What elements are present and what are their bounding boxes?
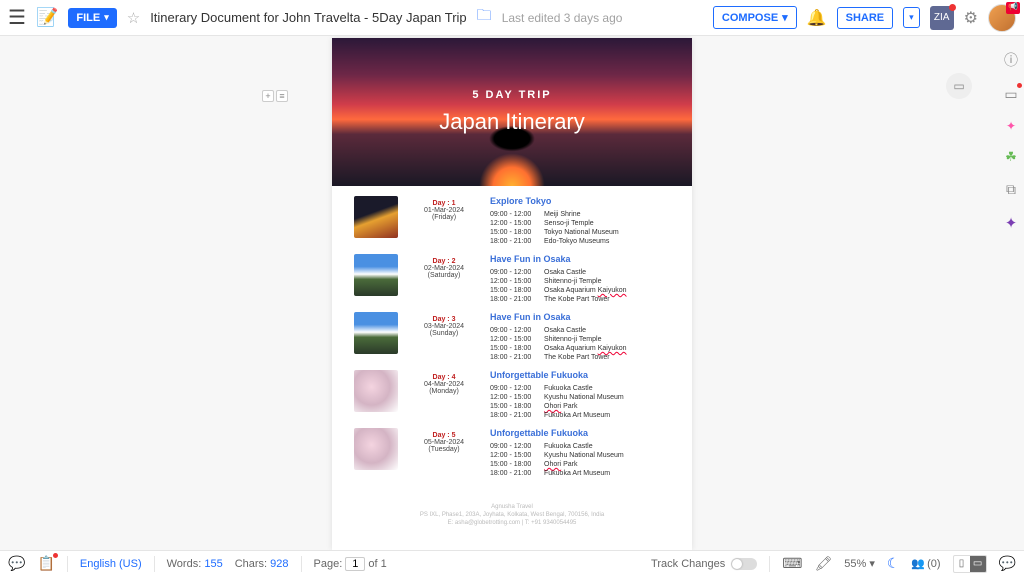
day-thumbnail bbox=[354, 254, 398, 296]
word-count[interactable]: Words: 155 bbox=[167, 558, 223, 570]
folder-icon[interactable]: 🗀 bbox=[477, 5, 492, 30]
hero-banner: 5 DAY TRIP Japan Itinerary bbox=[332, 38, 692, 186]
info-icon[interactable]: ⓘ bbox=[1004, 50, 1018, 70]
canvas: + ≡ ▭ 5 DAY TRIP Japan Itinerary Day : 1… bbox=[0, 36, 1024, 550]
document-footer: Agnusha Travel PS IXL, Phase1, 203A, Joy… bbox=[332, 496, 692, 541]
keyboard-icon[interactable]: ⌨ bbox=[782, 555, 802, 572]
last-edited-label: Last edited 3 days ago bbox=[502, 11, 623, 25]
share-button[interactable]: SHARE bbox=[837, 7, 894, 29]
hero-title: Japan Itinerary bbox=[439, 109, 585, 135]
language-selector[interactable]: English (US) bbox=[80, 558, 142, 570]
day-date: Day : 505-Mar-2024(Tuesday) bbox=[412, 428, 476, 478]
extensions-icon[interactable]: ✦ bbox=[1005, 214, 1018, 232]
right-rail: ⓘ ▭ ✦ ☘ ⧉ ✦ bbox=[998, 36, 1024, 550]
chevron-down-icon: ▾ bbox=[782, 11, 788, 24]
day-row: Day : 202-Mar-2024(Saturday) Have Fun in … bbox=[354, 254, 670, 304]
day-schedule: Unforgettable Fukuoka09:00 - 12:00Fukuok… bbox=[490, 370, 670, 420]
page[interactable]: 5 DAY TRIP Japan Itinerary Day : 101-Mar… bbox=[332, 38, 692, 550]
day-date: Day : 303-Mar-2024(Sunday) bbox=[412, 312, 476, 362]
day-row: Day : 303-Mar-2024(Sunday) Have Fun in Os… bbox=[354, 312, 670, 362]
menu-icon[interactable]: ☰ bbox=[8, 5, 26, 30]
zia-assistant-button[interactable]: ZIA bbox=[930, 6, 954, 30]
day-date: Day : 404-Mar-2024(Monday) bbox=[412, 370, 476, 420]
day-thumbnail bbox=[354, 370, 398, 412]
notification-dot-icon bbox=[949, 4, 956, 11]
file-menu-button[interactable]: FILE ▾ bbox=[68, 8, 116, 28]
document-title[interactable]: Itinerary Document for John Travelta - 5… bbox=[150, 10, 466, 25]
floating-tool-button[interactable]: ▭ bbox=[946, 73, 972, 99]
itinerary-list: Day : 101-Mar-2024(Friday) Explore Tokyo0… bbox=[332, 186, 692, 496]
page-indicator: Page: of 1 bbox=[314, 557, 387, 571]
view-wide-icon[interactable]: ▭ bbox=[970, 556, 986, 572]
zia-label: ZIA bbox=[934, 12, 950, 23]
hero-subtitle: 5 DAY TRIP bbox=[472, 89, 551, 101]
day-thumbnail bbox=[354, 196, 398, 238]
document-icon[interactable]: 📝 bbox=[36, 7, 58, 28]
topbar: ☰ 📝 FILE ▾ ☆ Itinerary Document for John… bbox=[0, 0, 1024, 36]
compose-button[interactable]: COMPOSE ▾ bbox=[713, 6, 797, 29]
day-row: Day : 505-Mar-2024(Tuesday) Unforgettable… bbox=[354, 428, 670, 478]
day-schedule: Have Fun in Osaka09:00 - 12:00Osaka Cast… bbox=[490, 312, 670, 362]
track-changes-toggle[interactable]: Track Changes bbox=[651, 558, 757, 570]
highlighter-icon[interactable]: 🖍 bbox=[814, 555, 832, 572]
status-bar: 💬 📋 English (US) Words: 155 Chars: 928 P… bbox=[0, 550, 1024, 576]
presence-indicator[interactable]: 👥 (0) bbox=[911, 557, 940, 570]
announce-icon[interactable]: 📢 bbox=[1006, 2, 1020, 14]
gear-icon[interactable]: ⚙ bbox=[964, 8, 978, 28]
day-schedule: Unforgettable Fukuoka09:00 - 12:00Fukuok… bbox=[490, 428, 670, 478]
day-thumbnail bbox=[354, 428, 398, 470]
day-thumbnail bbox=[354, 312, 398, 354]
day-date: Day : 202-Mar-2024(Saturday) bbox=[412, 254, 476, 304]
char-count[interactable]: Chars: 928 bbox=[235, 558, 289, 570]
star-icon[interactable]: ☆ bbox=[127, 9, 140, 27]
plus-icon[interactable]: + bbox=[262, 90, 274, 102]
chevron-down-icon: ▾ bbox=[104, 12, 109, 23]
panel-icon[interactable]: ▭ bbox=[1004, 86, 1017, 103]
clipboard-icon[interactable]: 📋 bbox=[37, 555, 54, 572]
view-page-icon[interactable]: ▯ bbox=[954, 556, 970, 572]
paragraph-handle[interactable]: + ≡ bbox=[262, 90, 288, 102]
file-menu-label: FILE bbox=[76, 12, 100, 24]
day-schedule: Have Fun in Osaka09:00 - 12:00Osaka Cast… bbox=[490, 254, 670, 304]
leaf-icon[interactable]: ☘ bbox=[1005, 149, 1017, 165]
zoom-control[interactable]: 55% ▾ bbox=[844, 557, 875, 570]
day-row: Day : 404-Mar-2024(Monday) Unforgettable … bbox=[354, 370, 670, 420]
page-input[interactable] bbox=[345, 557, 365, 571]
view-mode-toggle[interactable]: ▯ ▭ bbox=[953, 555, 987, 573]
day-schedule: Explore Tokyo09:00 - 12:00Meiji Shrine12… bbox=[490, 196, 670, 246]
chat-icon[interactable]: 💬 bbox=[999, 555, 1016, 572]
bell-icon[interactable]: 🔔 bbox=[807, 8, 827, 28]
day-row: Day : 101-Mar-2024(Friday) Explore Tokyo0… bbox=[354, 196, 670, 246]
compose-label: COMPOSE bbox=[722, 12, 778, 24]
share-dropdown-button[interactable]: ▾ bbox=[903, 7, 920, 28]
moon-icon[interactable]: ☾ bbox=[887, 555, 900, 572]
drag-icon[interactable]: ≡ bbox=[276, 90, 288, 102]
comment-icon[interactable]: 💬 bbox=[8, 555, 25, 572]
sparkle-icon[interactable]: ✦ bbox=[1006, 119, 1016, 133]
toggle-icon[interactable] bbox=[731, 558, 757, 570]
layout-icon[interactable]: ⧉ bbox=[1006, 181, 1016, 198]
day-date: Day : 101-Mar-2024(Friday) bbox=[412, 196, 476, 246]
users-icon: 👥 bbox=[911, 557, 925, 570]
